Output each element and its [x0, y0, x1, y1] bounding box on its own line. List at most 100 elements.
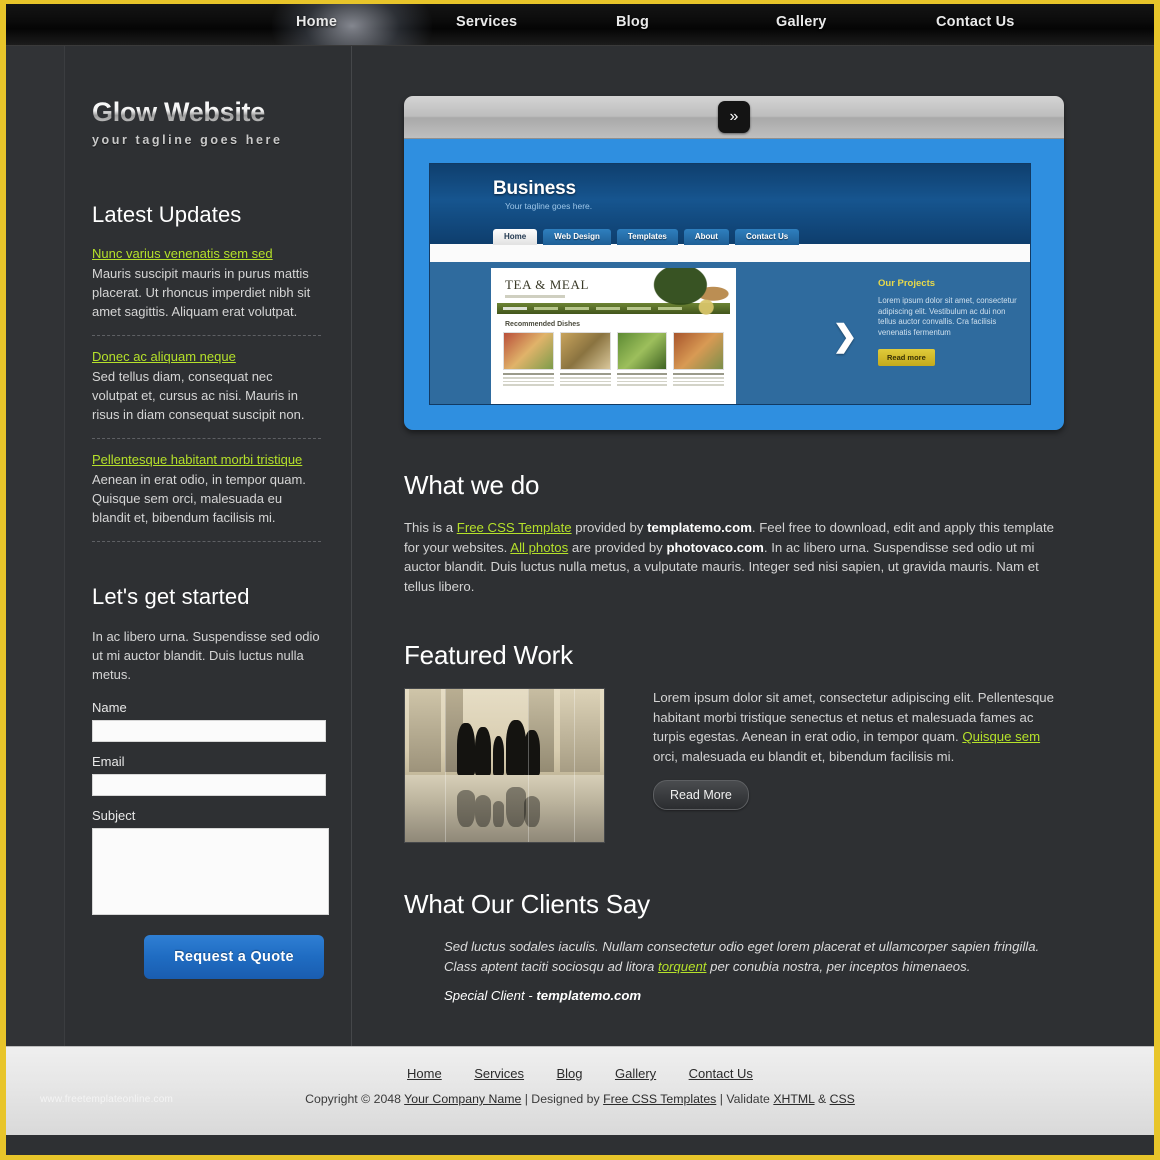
- subject-label: Subject: [92, 807, 136, 823]
- left-gutter: [6, 46, 65, 1046]
- teapot-illustration: [646, 268, 732, 324]
- testimonial-text: Sed luctus sodales iaculis. Nullam conse…: [444, 937, 1064, 976]
- wwd-part1: This is a: [404, 520, 457, 535]
- update-item: Donec ac aliquam neque Sed tellus diam, …: [92, 348, 321, 424]
- what-we-do-text: This is a Free CSS Template provided by …: [404, 518, 1064, 596]
- ampersand: &: [814, 1092, 830, 1106]
- slide-tab-contact-us: Contact Us: [734, 229, 800, 245]
- xhtml-link[interactable]: XHTML: [773, 1092, 814, 1106]
- tea-meal-thumbnail: TEA & MEAL Recommended Dishes: [491, 268, 736, 404]
- footer-link-contact-us[interactable]: Contact Us: [689, 1066, 753, 1081]
- footer-link-services[interactable]: Services: [474, 1066, 524, 1081]
- update-text: Aenean in erat odio, in tempor quam. Qui…: [92, 471, 306, 525]
- copyright-prefix: Copyright © 2048: [305, 1092, 405, 1106]
- css-link[interactable]: CSS: [830, 1092, 855, 1106]
- image-slider: » Business Your tagline goes here. Home …: [404, 96, 1064, 430]
- slide-title: Business: [493, 178, 576, 199]
- author-name: templatemo.com: [536, 988, 642, 1003]
- slider-body: Business Your tagline goes here. Home We…: [404, 139, 1064, 430]
- divider: [92, 540, 321, 542]
- testimonial-author: Special Client - templatemo.com: [444, 988, 1064, 1003]
- slide-tab-about: About: [683, 229, 729, 245]
- nav-item-contact-us[interactable]: Contact Us: [936, 4, 1096, 30]
- dish-item: [616, 332, 668, 388]
- request-quote-button[interactable]: Request a Quote: [144, 934, 324, 979]
- latest-updates-heading: Latest Updates: [92, 201, 242, 227]
- update-link[interactable]: Nunc varius venenatis sem sed: [92, 246, 273, 261]
- slide-tabs: Home Web Design Templates About Contact …: [493, 229, 800, 245]
- read-more-button[interactable]: Read More: [653, 780, 749, 810]
- footer-links: Home Services Blog Gallery Contact Us: [6, 1065, 1154, 1083]
- featured-work-heading: Featured Work: [404, 640, 573, 670]
- templatemo-bold: templatemo.com: [647, 520, 752, 535]
- photovaco-bold: photovaco.com: [666, 539, 764, 555]
- page-root: Home Services Blog Gallery Contact Us Gl…: [0, 0, 1160, 1160]
- our-projects-panel: Our Projects Lorem ipsum dolor sit amet,…: [874, 268, 1024, 404]
- validate-prefix: | Validate: [716, 1092, 774, 1106]
- slider-toolbar: »: [404, 96, 1064, 139]
- slide-tab-home: Home: [493, 229, 538, 245]
- subject-field[interactable]: [92, 827, 329, 915]
- testimonial-heading: What Our Clients Say: [404, 889, 650, 919]
- slide-thumb-area: TEA & MEAL Recommended Dishes: [436, 268, 816, 404]
- designed-by-prefix: | Designed by: [521, 1092, 604, 1106]
- featured-work-image: [404, 688, 605, 843]
- main-content: » Business Your tagline goes here. Home …: [352, 46, 1154, 1046]
- quisque-sem-link[interactable]: Quisque sem: [962, 729, 1040, 744]
- company-link[interactable]: Your Company Name: [404, 1092, 521, 1106]
- update-item: Nunc varius venenatis sem sed Mauris sus…: [92, 245, 321, 321]
- slide-spacer: [430, 244, 1030, 262]
- our-projects-title: Our Projects: [878, 278, 936, 289]
- page-columns: Glow Website your tagline goes here Late…: [6, 46, 1154, 1046]
- update-item: Pellentesque habitant morbi tristique Ae…: [92, 451, 321, 527]
- all-photos-link[interactable]: All photos: [510, 540, 568, 555]
- tm-part2: per conubia nostra, per inceptos himenae…: [706, 958, 971, 974]
- divider: [92, 334, 321, 336]
- slide-header: Business Your tagline goes here. Home We…: [430, 164, 1030, 245]
- sidebar: Glow Website your tagline goes here Late…: [65, 46, 352, 1046]
- nav-items: Home Services Blog Gallery Contact Us: [6, 4, 1154, 45]
- name-field[interactable]: [92, 719, 326, 742]
- slide-tagline: Your tagline goes here.: [505, 201, 593, 211]
- update-text: Mauris suscipit mauris in purus mattis p…: [92, 265, 311, 319]
- copyright-line: Copyright © 2048 Your Company Name | Des…: [6, 1092, 1154, 1106]
- wwd-part2: provided by: [571, 520, 648, 535]
- slide-tab-templates: Templates: [616, 229, 678, 245]
- slide-arrow-icon: ❯: [832, 320, 858, 353]
- featured-work-text: Lorem ipsum dolor sit amet, consectetur …: [653, 688, 1064, 766]
- fw-part2: orci, malesuada eu blandit et, bibendum …: [653, 748, 955, 764]
- slide-main: TEA & MEAL Recommended Dishes ❯ Our Proj…: [430, 262, 1030, 404]
- featured-work-row: Lorem ipsum dolor sit amet, consectetur …: [404, 688, 1064, 843]
- email-field[interactable]: [92, 773, 326, 796]
- site-tagline: your tagline goes here: [92, 132, 283, 147]
- get-started-heading: Let's get started: [92, 583, 250, 609]
- free-css-template-link[interactable]: Free CSS Template: [457, 520, 572, 535]
- testimonial-block: Sed luctus sodales iaculis. Nullam conse…: [404, 937, 1064, 1003]
- author-prefix: Special Client -: [444, 988, 537, 1003]
- footer: www.freetemplateonline.com Home Services…: [6, 1046, 1154, 1135]
- what-we-do-heading: What we do: [404, 470, 540, 500]
- featured-work-body: Lorem ipsum dolor sit amet, consectetur …: [653, 688, 1064, 843]
- get-started-intro: In ac libero urna. Suspendisse sed odio …: [92, 628, 320, 682]
- footer-link-home[interactable]: Home: [407, 1066, 442, 1081]
- email-label: Email: [92, 753, 125, 769]
- torquent-link[interactable]: torquent: [658, 959, 706, 974]
- site-logo: Glow Website: [92, 97, 321, 128]
- footer-link-blog[interactable]: Blog: [557, 1066, 583, 1081]
- update-link[interactable]: Pellentesque habitant morbi tristique: [92, 452, 302, 467]
- footer-link-gallery[interactable]: Gallery: [615, 1066, 656, 1081]
- update-link[interactable]: Donec ac aliquam neque: [92, 349, 236, 364]
- update-text: Sed tellus diam, consequat nec volutpat …: [92, 368, 305, 422]
- dish-item: [559, 332, 611, 388]
- dish-item: [673, 332, 724, 388]
- dish-item: [503, 332, 554, 388]
- designer-link[interactable]: Free CSS Templates: [603, 1092, 716, 1106]
- nav-item-services[interactable]: Services: [456, 4, 616, 30]
- our-projects-text: Lorem ipsum dolor sit amet, consectetur …: [878, 296, 1017, 337]
- slide-screenshot[interactable]: Business Your tagline goes here. Home We…: [429, 163, 1031, 405]
- tea-meal-subtitle: [505, 295, 565, 298]
- slider-next-icon[interactable]: »: [718, 101, 750, 133]
- nav-item-home[interactable]: Home: [296, 4, 456, 30]
- nav-item-gallery[interactable]: Gallery: [776, 4, 936, 30]
- nav-item-blog[interactable]: Blog: [616, 4, 776, 30]
